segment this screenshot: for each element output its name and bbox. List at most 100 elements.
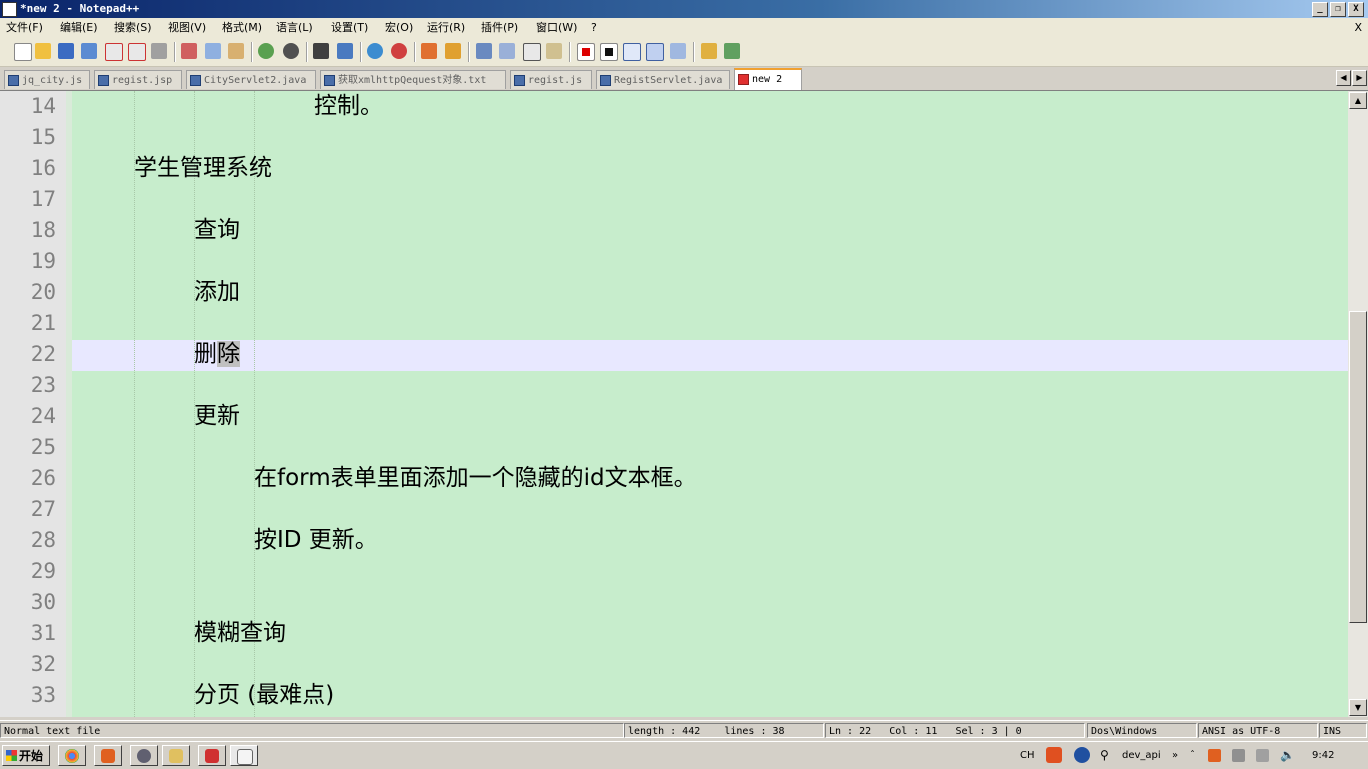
editor-line[interactable]: 29 [0, 556, 1348, 587]
start-button[interactable]: 开始 [2, 745, 50, 766]
tray-user-label[interactable]: dev_api [1122, 742, 1161, 769]
sync-h-icon[interactable] [445, 43, 461, 59]
menu-file[interactable]: 文件(F) [6, 18, 43, 38]
status-ins-mode[interactable]: INS [1319, 723, 1367, 738]
editor-line[interactable]: 26 在form表单里面添加一个隐藏的id文本框。 [0, 463, 1348, 494]
save-macro-icon[interactable] [670, 43, 686, 59]
editor-line[interactable]: 22 删除 [0, 339, 1348, 370]
tab-cityservlet2-java[interactable]: CityServlet2.java [186, 70, 316, 89]
open-file-icon[interactable] [35, 43, 51, 59]
tab-scroll-right-button[interactable]: ▶ [1352, 70, 1367, 86]
app-taskbar-button[interactable] [94, 745, 122, 766]
zoom-in-icon[interactable] [367, 43, 383, 59]
network-icon[interactable]: ⚲ [1100, 742, 1109, 769]
editor-line[interactable]: 25 [0, 432, 1348, 463]
menu-help[interactable]: ? [591, 18, 597, 38]
volume-icon[interactable]: 🔈 [1280, 742, 1295, 769]
explorer-taskbar-button[interactable] [162, 745, 190, 766]
editor-line[interactable]: 24 更新 [0, 401, 1348, 432]
zoom-out-icon[interactable] [391, 43, 407, 59]
editor-line[interactable]: 19 [0, 246, 1348, 277]
restore-button[interactable]: ❐ [1330, 2, 1346, 17]
tab-xmlhttp-txt[interactable]: 获取xmlhttpQequest对象.txt [320, 70, 506, 89]
status-encoding[interactable]: ANSI as UTF-8 [1198, 723, 1318, 738]
editor-line[interactable]: 17 [0, 184, 1348, 215]
copy-icon[interactable] [205, 43, 221, 59]
close-document-button[interactable]: X [1354, 18, 1362, 38]
editor-line[interactable]: 30 [0, 587, 1348, 618]
notepadpp-app-icon[interactable] [2, 2, 17, 17]
menu-language[interactable]: 语言(L) [276, 18, 313, 38]
settings-taskbar-button[interactable] [130, 745, 158, 766]
open-folder-icon[interactable] [701, 43, 717, 59]
wrap-icon[interactable] [476, 43, 492, 59]
vertical-scrollbar[interactable]: ▲ ▼ [1348, 91, 1368, 717]
editor-line[interactable]: 28 按ID 更新。 [0, 525, 1348, 556]
help-icon[interactable] [1074, 747, 1090, 763]
cut-icon[interactable] [181, 43, 197, 59]
show-all-chars-icon[interactable] [499, 43, 515, 59]
replace-icon[interactable] [337, 43, 353, 59]
menu-format[interactable]: 格式(M) [222, 18, 262, 38]
tray-monitor-icon[interactable] [1256, 749, 1269, 762]
editor-line[interactable]: 33 分页 (最难点) [0, 680, 1348, 711]
editor-line[interactable]: 21 [0, 308, 1348, 339]
scroll-down-button[interactable]: ▼ [1349, 699, 1367, 716]
tab-regist-js[interactable]: regist.js [510, 70, 592, 89]
save-all-icon[interactable] [81, 43, 97, 59]
editor-line[interactable]: 27 [0, 494, 1348, 525]
editor-line[interactable]: 20 添加 [0, 277, 1348, 308]
tray-expand-icon[interactable]: » [1172, 742, 1178, 769]
scroll-thumb[interactable] [1349, 311, 1367, 623]
editor-line[interactable]: 23 [0, 370, 1348, 401]
tab-registservlet-java[interactable]: RegistServlet.java [596, 70, 730, 89]
close-file-icon[interactable] [105, 43, 123, 61]
xmind-taskbar-button[interactable] [198, 745, 226, 766]
tab-regist-jsp[interactable]: regist.jsp [94, 70, 182, 89]
stop-macro-icon[interactable] [600, 43, 618, 61]
status-eol[interactable]: Dos\Windows [1087, 723, 1197, 738]
paste-icon[interactable] [228, 43, 244, 59]
sogou-ime-icon[interactable] [1046, 747, 1062, 763]
tab-scroll-left-button[interactable]: ◀ [1336, 70, 1351, 86]
scroll-up-button[interactable]: ▲ [1349, 92, 1367, 109]
editor-line[interactable]: 32 [0, 649, 1348, 680]
editor-line[interactable]: 31 模糊查询 [0, 618, 1348, 649]
tray-device-icon[interactable] [1232, 749, 1245, 762]
new-file-icon[interactable] [14, 43, 32, 61]
menu-window[interactable]: 窗口(W) [536, 18, 577, 38]
menu-view[interactable]: 视图(V) [168, 18, 206, 38]
notepadpp-taskbar-button[interactable] [230, 745, 258, 766]
menu-run[interactable]: 运行(R) [427, 18, 465, 38]
spellcheck-icon[interactable] [724, 43, 740, 59]
run-macro-multiple-icon[interactable] [646, 43, 664, 61]
minimize-button[interactable]: _ [1312, 2, 1328, 17]
sync-v-icon[interactable] [421, 43, 437, 59]
menu-edit[interactable]: 编辑(E) [60, 18, 98, 38]
print-icon[interactable] [151, 43, 167, 59]
record-macro-icon[interactable] [577, 43, 595, 61]
play-macro-icon[interactable] [623, 43, 641, 61]
find-icon[interactable] [313, 43, 329, 59]
close-all-icon[interactable] [128, 43, 146, 61]
tab-jq-city-js[interactable]: jq_city.js [4, 70, 90, 89]
tab-new-2[interactable]: new 2 [734, 68, 802, 90]
clock[interactable]: 9:42 [1312, 742, 1334, 769]
menu-macro[interactable]: 宏(O) [385, 18, 413, 38]
language-indicator[interactable]: CH [1020, 742, 1035, 769]
editor-line[interactable]: 15 [0, 122, 1348, 153]
redo-icon[interactable] [283, 43, 299, 59]
undo-icon[interactable] [258, 43, 274, 59]
save-icon[interactable] [58, 43, 74, 59]
tray-app-icon[interactable] [1208, 749, 1221, 762]
editor-line[interactable]: 16 学生管理系统 [0, 153, 1348, 184]
menu-plugins[interactable]: 插件(P) [481, 18, 518, 38]
indent-guide-icon[interactable] [523, 43, 541, 61]
editor-line[interactable]: 18 查询 [0, 215, 1348, 246]
chrome-taskbar-button[interactable] [58, 745, 86, 766]
editor-area[interactable]: 14 控制。 15 16 学生管理系统 17 18 查询 19 20 添加 21 22 删除 23 24 更新 2… [0, 91, 1348, 717]
editor-line[interactable]: 14 控制。 [0, 91, 1348, 122]
tray-chevron-up-icon[interactable]: ˆ [1190, 742, 1195, 769]
close-window-button[interactable]: X [1348, 2, 1364, 17]
menu-settings[interactable]: 设置(T) [331, 18, 368, 38]
